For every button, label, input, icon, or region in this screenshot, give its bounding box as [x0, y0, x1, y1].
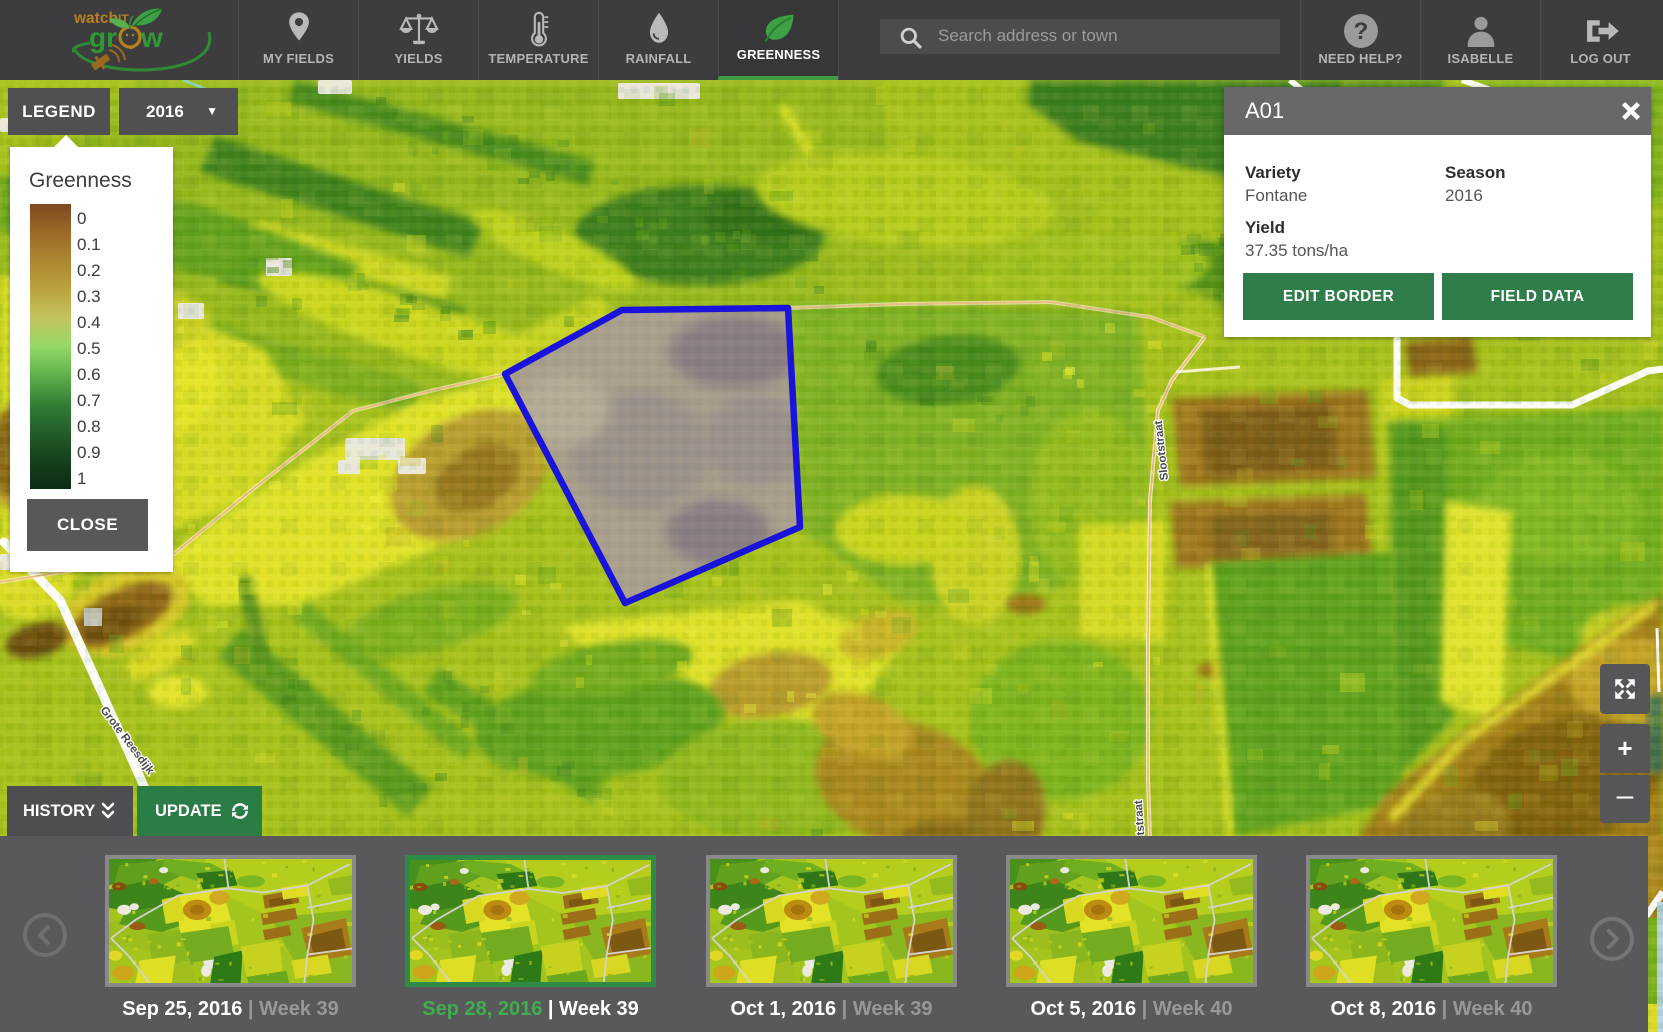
svg-text:?: ? [1353, 18, 1368, 45]
svg-text:w: w [140, 22, 163, 53]
svg-text:gr: gr [89, 22, 117, 53]
